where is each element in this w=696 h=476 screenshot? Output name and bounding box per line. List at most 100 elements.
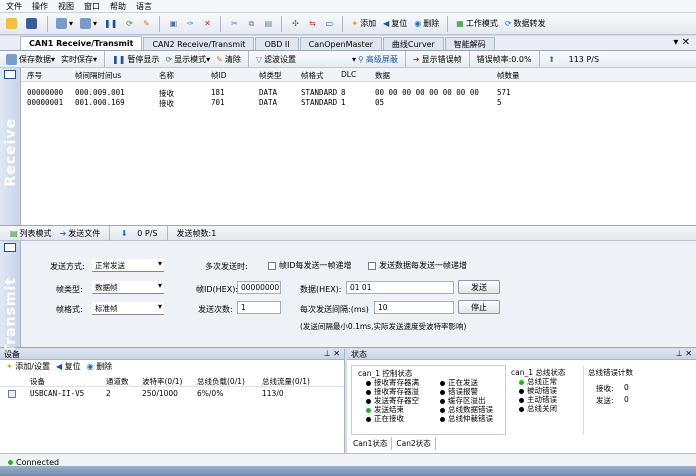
tab-decode[interactable]: 智能解码 bbox=[444, 37, 495, 50]
send-times-label: 发送次数: bbox=[198, 305, 233, 314]
forward-button[interactable]: ⟳ 数据转发 bbox=[503, 16, 548, 32]
delete-button[interactable]: ◉ 删除 bbox=[412, 16, 441, 32]
col-dlc[interactable]: DLC bbox=[341, 70, 356, 79]
device-delete-button[interactable]: ◉ 删除 bbox=[87, 361, 113, 372]
device-toolbar: ✦ 添加/设置 ◀ 复位 ◉ 删除 bbox=[0, 360, 344, 373]
save-data-button[interactable]: 保存数据 ▾ bbox=[4, 51, 57, 67]
display-mode-button[interactable]: ⟳ 显示模式 ▾ bbox=[163, 51, 212, 67]
device-checkbox[interactable] bbox=[8, 389, 19, 398]
cell-frame-type: DATA bbox=[259, 88, 278, 97]
col-name[interactable]: 名称 bbox=[159, 70, 174, 81]
data-input[interactable]: 01 01 bbox=[346, 281, 454, 294]
bus-state-3: 总线关闭 bbox=[519, 403, 557, 414]
col-data[interactable]: 数据 bbox=[375, 70, 390, 81]
list-mode-icon: ▤ bbox=[10, 228, 18, 238]
col-count[interactable]: 帧数量 bbox=[497, 70, 520, 81]
send-button[interactable]: 发送 bbox=[458, 280, 500, 294]
save-icon[interactable] bbox=[24, 16, 41, 32]
cut-icon[interactable]: ▣ bbox=[166, 16, 180, 32]
pause-icon[interactable]: ❚❚ bbox=[102, 16, 119, 32]
menu-help[interactable]: 帮助 bbox=[110, 1, 126, 12]
interval-note: (发送间隔最小0.1ms,实际发送速度受波特率影响) bbox=[300, 322, 467, 331]
menu-operate[interactable]: 操作 bbox=[32, 1, 48, 12]
tab-can1-state[interactable]: Can1状态 bbox=[349, 437, 393, 450]
frame-type-select[interactable]: 数据帧 bbox=[92, 281, 164, 294]
brush-icon[interactable]: ✎ bbox=[139, 16, 153, 32]
state-panel: 状态 ⊥ ✕ can_1 控制状态 接收寄存器满 接收寄存器溢 发送寄存器空 发送… bbox=[347, 349, 696, 453]
menu-language[interactable]: 语言 bbox=[136, 1, 152, 12]
menu-file[interactable]: 文件 bbox=[6, 1, 22, 12]
dev-col-channels: 通道数 bbox=[106, 377, 129, 386]
device-add-button[interactable]: ✦ 添加/设置 bbox=[6, 361, 50, 372]
pause-display-button[interactable]: ❚❚ 暂停显示 bbox=[110, 51, 161, 67]
add-button[interactable]: ✦ 添加 bbox=[349, 16, 378, 32]
filter-button[interactable]: ▽ 滤波设置 bbox=[254, 51, 298, 67]
frame-id-input[interactable]: 00000000 bbox=[237, 281, 281, 294]
workmode-button[interactable]: ▦ 工作模式 bbox=[454, 16, 500, 32]
send-mode-select[interactable]: 正常发送 bbox=[92, 259, 164, 272]
reset-button[interactable]: ◀ 复位 bbox=[381, 16, 409, 32]
cell-seq: 00000001 bbox=[27, 98, 64, 107]
advanced-icon: ⚲ bbox=[358, 54, 364, 64]
connect-icon[interactable]: ✣ bbox=[288, 16, 302, 32]
close-tab-icon[interactable]: ▾ ✕ bbox=[673, 37, 690, 48]
refresh-icon[interactable]: ⟳ bbox=[122, 16, 136, 32]
arrow-icon[interactable]: ⇆ bbox=[305, 16, 319, 32]
down-arrow-icon: ⬇ bbox=[120, 228, 128, 238]
frame-format-select[interactable]: 标准帧 bbox=[92, 302, 164, 315]
id-increment-checkbox[interactable]: 帧ID每发送一帧递增 bbox=[268, 260, 352, 271]
receive-side: Receive bbox=[0, 68, 21, 225]
open-device-icon[interactable]: ▾ bbox=[54, 16, 75, 32]
tab-can1[interactable]: CAN1 Receive/Transmit bbox=[20, 36, 143, 50]
interval-input[interactable]: 10 bbox=[374, 301, 454, 314]
close-device-icon[interactable]: ▾ bbox=[78, 16, 99, 32]
paste-icon[interactable]: ▤ bbox=[261, 16, 275, 32]
device-row[interactable]: USBCAN-II-V5 2 250/1000 6%/0% 113/0 bbox=[0, 387, 344, 399]
device-flow: 113/0 bbox=[262, 389, 284, 398]
error-arrow-icon: ➔ bbox=[412, 54, 420, 64]
open-folder-icon[interactable] bbox=[4, 16, 21, 32]
delete-x-icon[interactable]: ✕ bbox=[200, 16, 214, 32]
col-seq[interactable]: 序号 bbox=[27, 70, 42, 81]
pin-close-icon[interactable]: ⊥ ✕ bbox=[676, 349, 692, 358]
data-increment-checkbox[interactable]: 发送数据每发送一帧递增 bbox=[368, 260, 467, 271]
col-frame-format[interactable]: 帧格式 bbox=[301, 70, 324, 81]
tab-canopen[interactable]: CanOpenMaster bbox=[299, 37, 382, 50]
cell-count: 571 bbox=[497, 88, 511, 97]
tab-can2[interactable]: CAN2 Receive/Transmit bbox=[143, 37, 255, 50]
col-frame-type[interactable]: 帧类型 bbox=[259, 70, 282, 81]
dev-col-baud: 波特率(0/1) bbox=[142, 377, 183, 386]
cell-frame-id: 701 bbox=[211, 98, 225, 107]
tab-curve[interactable]: 曲线Curver bbox=[382, 37, 444, 50]
realtime-save-button[interactable]: 实时保存 ▾ bbox=[59, 51, 99, 67]
device-reset-button[interactable]: ◀ 复位 bbox=[56, 361, 81, 372]
tab-obd2[interactable]: OBD II bbox=[255, 37, 299, 50]
menu-window[interactable]: 窗口 bbox=[84, 1, 100, 12]
device-panel: 设备 ⊥ ✕ ✦ 添加/设置 ◀ 复位 ◉ 删除 设备 通道数 波特率(0/1) … bbox=[0, 349, 345, 453]
clear-button[interactable]: ✎ 清除 bbox=[214, 51, 243, 67]
stop-button[interactable]: 停止 bbox=[458, 300, 500, 314]
edit-icon[interactable]: ✑ bbox=[183, 16, 197, 32]
device-channels: 2 bbox=[106, 389, 111, 398]
menu-view[interactable]: 视图 bbox=[58, 1, 74, 12]
cell-count: 5 bbox=[497, 98, 502, 107]
list-mode-button[interactable]: ▤ 列表模式 bbox=[8, 225, 54, 241]
pause-icon: ❚❚ bbox=[112, 54, 126, 64]
pin-close-icon[interactable]: ⊥ ✕ bbox=[324, 349, 340, 358]
error-count-group: 总线错误计数 接收: 0 发送: 0 bbox=[583, 365, 691, 435]
tab-can2-state[interactable]: Can2状态 bbox=[392, 437, 436, 450]
copy-icon[interactable]: ⧉ bbox=[244, 16, 258, 32]
frame-format-label: 帧格式: bbox=[56, 305, 83, 314]
col-interval[interactable]: 帧间隔时间us bbox=[75, 70, 121, 81]
send-times-input[interactable]: 1 bbox=[237, 301, 281, 314]
show-error-button[interactable]: ➔ 显示错误帧 bbox=[411, 51, 464, 67]
transmit-side: Transmit bbox=[0, 241, 21, 354]
send-file-button[interactable]: ➔ 发送文件 bbox=[58, 225, 103, 241]
window-icon[interactable]: ▭ bbox=[322, 16, 336, 32]
scissors-icon[interactable]: ✂ bbox=[227, 16, 241, 32]
advanced-dropdown[interactable]: ▾ ⚲ 高级屏蔽 bbox=[350, 51, 400, 67]
send-rate-text: 0 P/S bbox=[137, 228, 158, 238]
dev-col-load: 总线负载(0/1) bbox=[197, 377, 245, 386]
col-frame-id[interactable]: 帧ID bbox=[211, 70, 227, 81]
state-panel-header: 状态 ⊥ ✕ bbox=[347, 349, 696, 360]
